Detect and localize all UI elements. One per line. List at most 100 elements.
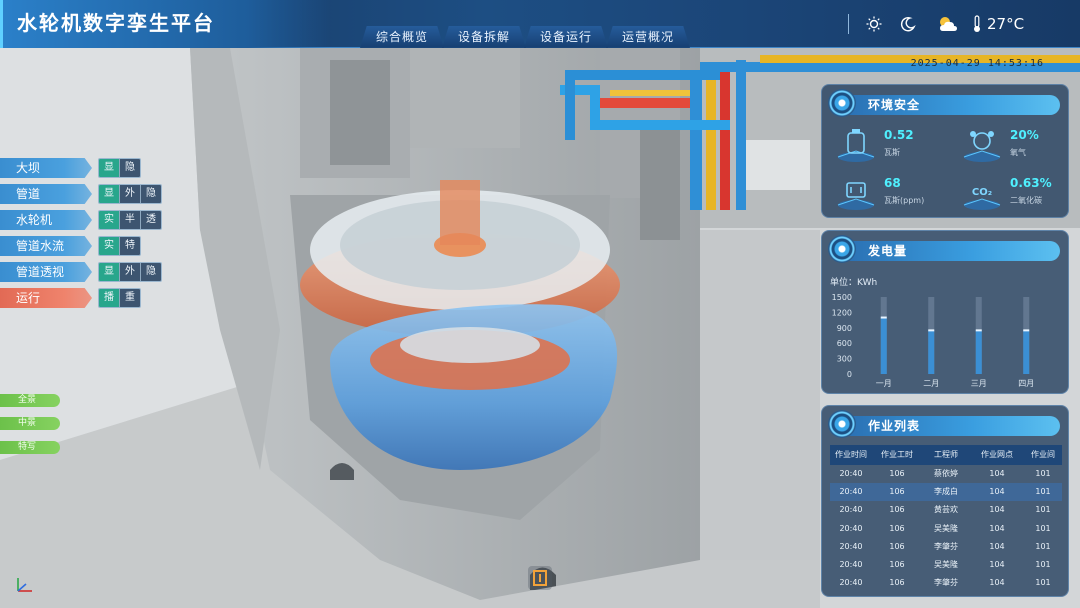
moon-icon[interactable] [899,15,917,33]
sun-icon[interactable] [865,15,883,33]
control-label: 管道水流 [0,236,92,256]
table-row[interactable]: 20:40 106 李肇芬 104 101 [830,538,1062,556]
panel-title: 发电量 [868,244,908,258]
column-header[interactable]: 作业时间 [830,445,872,465]
env-item-gas: 0.52 瓦斯 [836,125,940,171]
main-nav: 综合概览 设备拆解 设备运行 运营概况 [360,26,690,48]
hide-button[interactable]: 隐藏 [141,263,161,281]
app-title-block: 水轮机数字孪生平台 [0,0,330,48]
table-cell: 104 [989,487,1005,497]
table-cell: 黄芸欢 [934,505,958,515]
view-closeup-button[interactable]: 特写 [0,441,60,454]
camera-reset-icon[interactable] [524,562,556,594]
table-cell: 吴美隆 [934,523,958,533]
env-safety-panel: 环境安全 0.52 瓦斯 20% 氧气 68 瓦斯(ppm) CO₂ 0.63%… [821,84,1069,218]
table-cell: 101 [1035,578,1051,588]
nav-business[interactable]: 运营概况 [606,26,690,48]
table-cell: 104 [989,469,1005,478]
table-cell: 104 [989,541,1005,551]
x-tick-label: 三月 [971,379,987,388]
chart-unit: 单位：KWh [830,278,878,288]
table-cell: 106 [889,559,905,569]
table-row[interactable]: 20:40 106 吴美隆 104 101 [830,520,1062,538]
env-label: 瓦斯(ppm) [884,196,925,205]
gas-ppm-icon [837,182,875,210]
bar-三月[interactable] [975,330,982,374]
solid-button[interactable]: 实体 [99,211,120,229]
gas-tank-icon [837,129,875,162]
control-label: 管道透视 [0,262,92,282]
thermometer-icon [971,15,983,33]
env-label: 瓦斯 [884,148,900,157]
view-panorama-button[interactable]: 全景 [0,394,60,407]
x-tick-label: 二月 [923,379,939,388]
hide-button[interactable]: 隐藏 [120,159,140,177]
reset-button[interactable]: 重置 [120,289,140,307]
control-label: 水轮机 [0,210,92,230]
table-cell: 101 [1035,469,1051,478]
y-tick-label: 1200 [832,308,852,317]
effect-button[interactable]: 特效 [120,237,140,255]
semi-transparent-button[interactable]: 半透 [120,211,141,229]
table-cell: 20:40 [839,505,863,515]
show-button[interactable]: 显示 [99,159,120,177]
table-cell: 20:40 [839,559,863,569]
env-value: 0.52 [884,128,914,142]
table-cell: 20:40 [839,578,863,588]
bar-四月[interactable] [1023,330,1030,374]
table-cell: 20:40 [839,541,863,551]
exterior-button[interactable]: 外踹 [120,263,141,281]
co2-icon: CO₂ [963,187,1001,210]
play-button[interactable]: 播放 [99,289,120,307]
table-cell: 106 [889,469,905,478]
y-tick-label: 600 [837,339,852,348]
table-row[interactable]: 20:40 106 吴美隆 104 101 [830,556,1062,574]
table-row[interactable]: 20:40 106 蔡依婷 104 101 [830,465,1062,483]
column-header[interactable]: 作业网点 [970,445,1024,465]
column-header[interactable]: 作业工时 [872,445,922,465]
table-cell: 106 [889,505,905,515]
show-button[interactable]: 显示 [99,263,120,281]
nav-operation[interactable]: 设备运行 [524,26,608,48]
button-group: 实体 特效 [98,236,141,256]
table-cell: 101 [1035,523,1051,533]
solid-button[interactable]: 实体 [99,237,120,255]
button-group: 显示 隐藏 [98,158,141,178]
table-cell: 101 [1035,487,1051,497]
column-header[interactable]: 作业间 [1024,445,1062,465]
table-row[interactable]: 20:40 106 李成白 104 101 [830,483,1062,502]
table-row[interactable]: 20:40 106 李肇芬 104 101 [830,574,1062,592]
button-group: 显示 外踹 隐藏 [98,184,162,204]
show-button[interactable]: 显示 [99,185,120,203]
bar-cap [975,329,982,332]
table-cell: 104 [989,523,1005,533]
divider [848,14,849,34]
transparent-button[interactable]: 透明 [141,211,161,229]
hide-button[interactable]: 隐藏 [141,185,161,203]
panel-badge-icon [828,89,856,117]
table-cell: 李肇芬 [934,578,958,588]
nav-disassembly[interactable]: 设备拆解 [442,26,526,48]
table-cell: 104 [989,578,1005,588]
x-tick-label: 一月 [876,379,892,388]
env-label: 氧气 [1010,148,1026,157]
nav-overview[interactable]: 综合概览 [360,26,444,48]
table-cell: 蔡依婷 [934,469,958,478]
table-cell: 106 [889,541,905,551]
panel-badge-icon [828,410,856,438]
power-bar-chart: 0 300 600 900 1200 1500 一月 二月 三月 四月 [832,293,1035,388]
bar-一月[interactable] [880,317,887,374]
env-value: 68 [884,176,901,190]
exterior-button[interactable]: 外踹 [120,185,141,203]
env-label: 二氧化碳 [1010,196,1042,205]
oxygen-icon [963,131,1001,162]
app-title: 水轮机数字孪生平台 [17,11,215,35]
x-tick-label: 四月 [1018,379,1034,388]
partly-cloudy-icon [937,15,959,33]
bar-二月[interactable] [928,330,935,374]
view-medium-button[interactable]: 中景 [0,417,60,430]
column-header[interactable]: 工程师 [922,445,970,465]
panel-title: 作业列表 [868,419,921,433]
table-row[interactable]: 20:40 106 黄芸欢 104 101 [830,501,1062,519]
table-cell: 101 [1035,505,1051,515]
